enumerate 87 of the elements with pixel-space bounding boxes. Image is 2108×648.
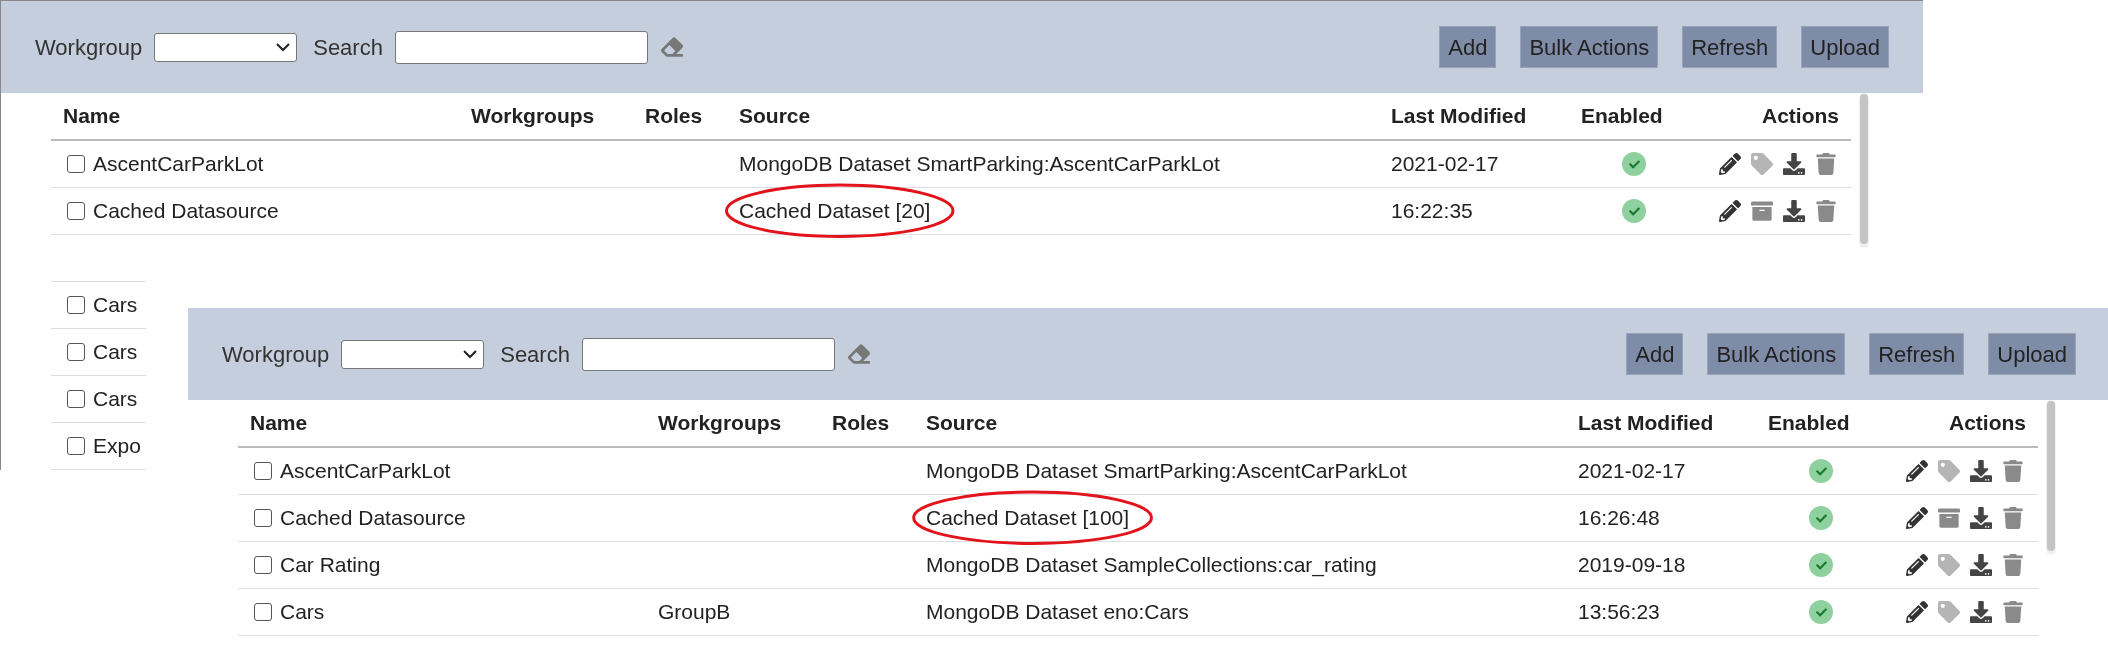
column-header: Source xyxy=(738,103,812,130)
source-cell: Cached Dataset [20] xyxy=(739,199,931,223)
archive-box-icon[interactable] xyxy=(1751,200,1773,222)
download-icon[interactable] xyxy=(1783,200,1805,222)
pencil-icon[interactable] xyxy=(1906,554,1928,576)
name-cell-text: AscentCarParkLot xyxy=(93,151,264,178)
row-checkbox[interactable] xyxy=(67,202,85,220)
row-checkbox[interactable] xyxy=(67,343,85,361)
archive-box-icon[interactable] xyxy=(1938,507,1960,529)
column-header: Roles xyxy=(644,103,704,130)
column-header: Actions xyxy=(1761,103,1840,130)
pencil-icon[interactable] xyxy=(1719,153,1741,175)
pencil-icon[interactable] xyxy=(1906,507,1928,529)
column-header: Workgroups xyxy=(470,103,596,130)
source-cell: MongoDB Dataset eno:Cars xyxy=(926,600,1189,624)
name-cell-text: AscentCarParkLot xyxy=(280,458,451,485)
column-header: Enabled xyxy=(1580,103,1664,130)
toolbar-button[interactable]: Bulk Actions xyxy=(1707,333,1846,375)
toolbar-button[interactable]: Bulk Actions xyxy=(1520,26,1659,68)
chevron-down-icon xyxy=(463,349,478,359)
eraser-icon[interactable] xyxy=(659,36,684,58)
download-icon[interactable] xyxy=(1970,460,1992,482)
row-checkbox[interactable] xyxy=(254,509,272,527)
row-checkbox[interactable] xyxy=(67,296,85,314)
row-checkbox[interactable] xyxy=(254,603,272,621)
column-header: Last Modified xyxy=(1577,410,1715,437)
last-modified-cell: 16:22:35 xyxy=(1391,199,1473,223)
trash-icon[interactable] xyxy=(2002,507,2024,529)
search-label: Search xyxy=(500,340,570,369)
workgroup-dropdown[interactable] xyxy=(154,32,298,62)
pencil-icon[interactable] xyxy=(1906,460,1928,482)
trash-icon[interactable] xyxy=(1815,153,1837,175)
trash-icon[interactable] xyxy=(2002,554,2024,576)
column-header: Name xyxy=(62,103,122,130)
pencil-icon[interactable] xyxy=(1719,200,1741,222)
row-checkbox[interactable] xyxy=(67,155,85,173)
toolbar-button[interactable]: Add xyxy=(1626,333,1684,375)
name-cell-text: Cars xyxy=(93,386,138,413)
download-icon[interactable] xyxy=(1970,507,1992,529)
toolbar-button[interactable]: Refresh xyxy=(1682,26,1778,68)
row-checkbox[interactable] xyxy=(254,556,272,574)
download-icon[interactable] xyxy=(1970,601,1992,623)
column-header: Enabled xyxy=(1767,410,1851,437)
trash-icon[interactable] xyxy=(2002,601,2024,623)
chevron-down-icon xyxy=(276,42,291,52)
toolbar-button[interactable]: Refresh xyxy=(1869,333,1965,375)
workgroup-label: Workgroup xyxy=(35,33,143,62)
source-cell: MongoDB Dataset SampleCollections:car_rating xyxy=(926,553,1377,577)
source-cell: Cached Dataset [100] xyxy=(926,506,1130,530)
row-checkbox[interactable] xyxy=(67,390,85,408)
name-cell-text: Cars xyxy=(93,339,138,366)
column-header: Name xyxy=(249,410,309,437)
search-label: Search xyxy=(313,33,383,62)
name-cell-text: Cached Datasource xyxy=(280,505,466,532)
column-header: Actions xyxy=(1948,410,2027,437)
source-cell: MongoDB Dataset SmartParking:AscentCarParkLot xyxy=(739,152,1220,176)
column-header: Roles xyxy=(831,410,891,437)
trash-icon[interactable] xyxy=(1815,200,1837,222)
name-cell-text: Cached Datasource xyxy=(93,198,279,225)
workgroups-cell: GroupB xyxy=(658,600,731,624)
toolbar-button[interactable]: Add xyxy=(1439,26,1497,68)
workgroup-label: Workgroup xyxy=(222,340,330,369)
last-modified-cell: 2019-09-18 xyxy=(1578,553,1686,577)
name-cell-text: Cars xyxy=(280,599,325,626)
toolbar-button[interactable]: Upload xyxy=(1988,333,2076,375)
last-modified-cell: 2021-02-17 xyxy=(1578,459,1686,483)
column-header: Last Modified xyxy=(1390,103,1528,130)
workgroup-dropdown[interactable] xyxy=(341,339,485,369)
name-cell-text: Cars xyxy=(93,292,138,319)
column-header: Source xyxy=(925,410,999,437)
trash-icon[interactable] xyxy=(2002,460,2024,482)
eraser-icon[interactable] xyxy=(846,343,871,365)
row-checkbox[interactable] xyxy=(67,437,85,455)
last-modified-cell: 13:56:23 xyxy=(1578,600,1660,624)
name-cell-text: Car Rating xyxy=(280,552,381,579)
pencil-icon[interactable] xyxy=(1906,601,1928,623)
column-header: Workgroups xyxy=(657,410,783,437)
source-cell: MongoDB Dataset SmartParking:AscentCarParkLot xyxy=(926,459,1407,483)
last-modified-cell: 16:26:48 xyxy=(1578,506,1660,530)
search-field[interactable] xyxy=(394,30,648,64)
search-field[interactable] xyxy=(581,337,835,371)
toolbar-button[interactable]: Upload xyxy=(1801,26,1889,68)
name-cell-text: Expo xyxy=(93,433,141,460)
download-icon[interactable] xyxy=(1783,153,1805,175)
row-checkbox[interactable] xyxy=(254,462,272,480)
last-modified-cell: 2021-02-17 xyxy=(1391,152,1499,176)
download-icon[interactable] xyxy=(1970,554,1992,576)
